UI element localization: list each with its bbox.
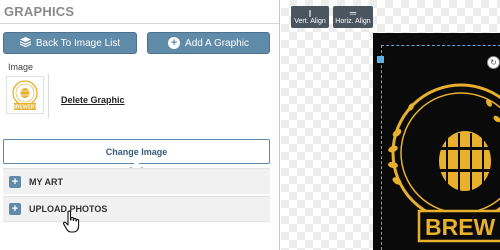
horizontal-align-label: Horiz. Align [335, 18, 371, 25]
add-graphic-button[interactable]: + Add A Graphic [147, 32, 270, 54]
thumb-logo-text: BREWERY [12, 105, 38, 111]
add-button-label: Add A Graphic [185, 37, 249, 49]
accordion-upload-photos[interactable]: + UPLOAD PHOTOS [3, 196, 270, 222]
panel-title: GRAPHICS [4, 4, 75, 19]
vertical-align-icon: ⫾ [308, 8, 312, 18]
plus-circle-icon: + [168, 37, 181, 49]
graphics-panel: GRAPHICS Back To Image List + Add A Grap… [0, 0, 280, 250]
accordion-label: MY ART [29, 176, 64, 187]
stack-icon [19, 36, 32, 50]
title-divider [0, 23, 279, 24]
vertical-align-label: Vert. Align [294, 18, 326, 25]
back-to-image-list-button[interactable]: Back To Image List [3, 32, 137, 54]
resize-handle[interactable] [377, 56, 384, 63]
back-button-label: Back To Image List [35, 37, 121, 49]
rotate-icon[interactable]: ↻ [487, 56, 500, 69]
thumb-divider [48, 74, 49, 118]
graphic-thumbnail: BREWERY [6, 76, 44, 114]
vertical-align-button[interactable]: ⫾ Vert. Align [291, 6, 329, 28]
horizontal-align-icon: ═ [349, 8, 357, 18]
plus-icon: + [9, 203, 21, 215]
plus-icon: + [9, 175, 21, 188]
image-label: Image [8, 62, 34, 72]
horizontal-align-button[interactable]: ═ Horiz. Align [333, 6, 373, 28]
design-canvas[interactable]: ⫾ Vert. Align ═ Horiz. Align BREW ↻ [281, 0, 500, 250]
hand-pointer-cursor-icon [62, 210, 80, 233]
delete-graphic-link[interactable]: Delete Graphic [61, 95, 125, 105]
selection-outline [381, 45, 500, 250]
brewery-logo-thumbnail: BREWERY [12, 80, 38, 111]
accordion-my-art[interactable]: + MY ART [3, 168, 270, 194]
